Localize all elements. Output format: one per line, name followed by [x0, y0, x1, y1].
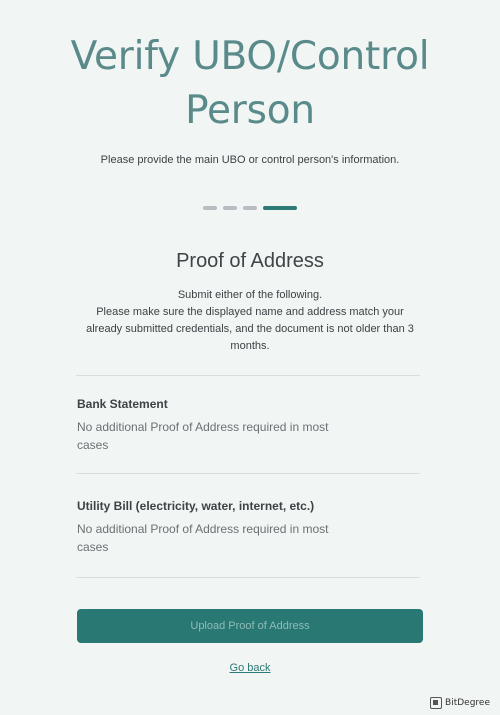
- option-description: No additional Proof of Address required …: [77, 420, 329, 452]
- step-indicator: [0, 206, 500, 210]
- step-1-indicator: [203, 206, 217, 210]
- divider: [76, 577, 420, 578]
- go-back-link[interactable]: Go back: [0, 662, 500, 674]
- instructions-line-2: Please make sure the displayed name and …: [86, 306, 414, 352]
- option-utility-bill[interactable]: Utility Bill (electricity, water, intern…: [77, 498, 417, 556]
- option-bank-statement[interactable]: Bank Statement No additional Proof of Ad…: [77, 396, 417, 454]
- instructions-line-1: Submit either of the following.: [177, 289, 323, 301]
- page-title: Verify UBO/Control Person: [70, 34, 430, 133]
- page-subtitle: Please provide the main UBO or control p…: [100, 154, 400, 166]
- option-title: Bank Statement: [77, 397, 168, 411]
- watermark: BitDegree: [430, 697, 490, 709]
- instructions-text: Submit either of the following. Please m…: [80, 287, 420, 355]
- step-2-indicator: [223, 206, 237, 210]
- divider: [76, 375, 420, 376]
- option-description: No additional Proof of Address required …: [77, 522, 329, 554]
- divider: [76, 473, 420, 474]
- step-4-indicator-active: [263, 206, 297, 210]
- section-title: Proof of Address: [176, 250, 324, 272]
- option-title: Utility Bill (electricity, water, intern…: [77, 499, 315, 513]
- step-3-indicator: [243, 206, 257, 210]
- upload-proof-button[interactable]: Upload Proof of Address: [77, 609, 423, 643]
- watermark-text: BitDegree: [445, 698, 490, 708]
- bitdegree-logo-icon: [430, 697, 443, 709]
